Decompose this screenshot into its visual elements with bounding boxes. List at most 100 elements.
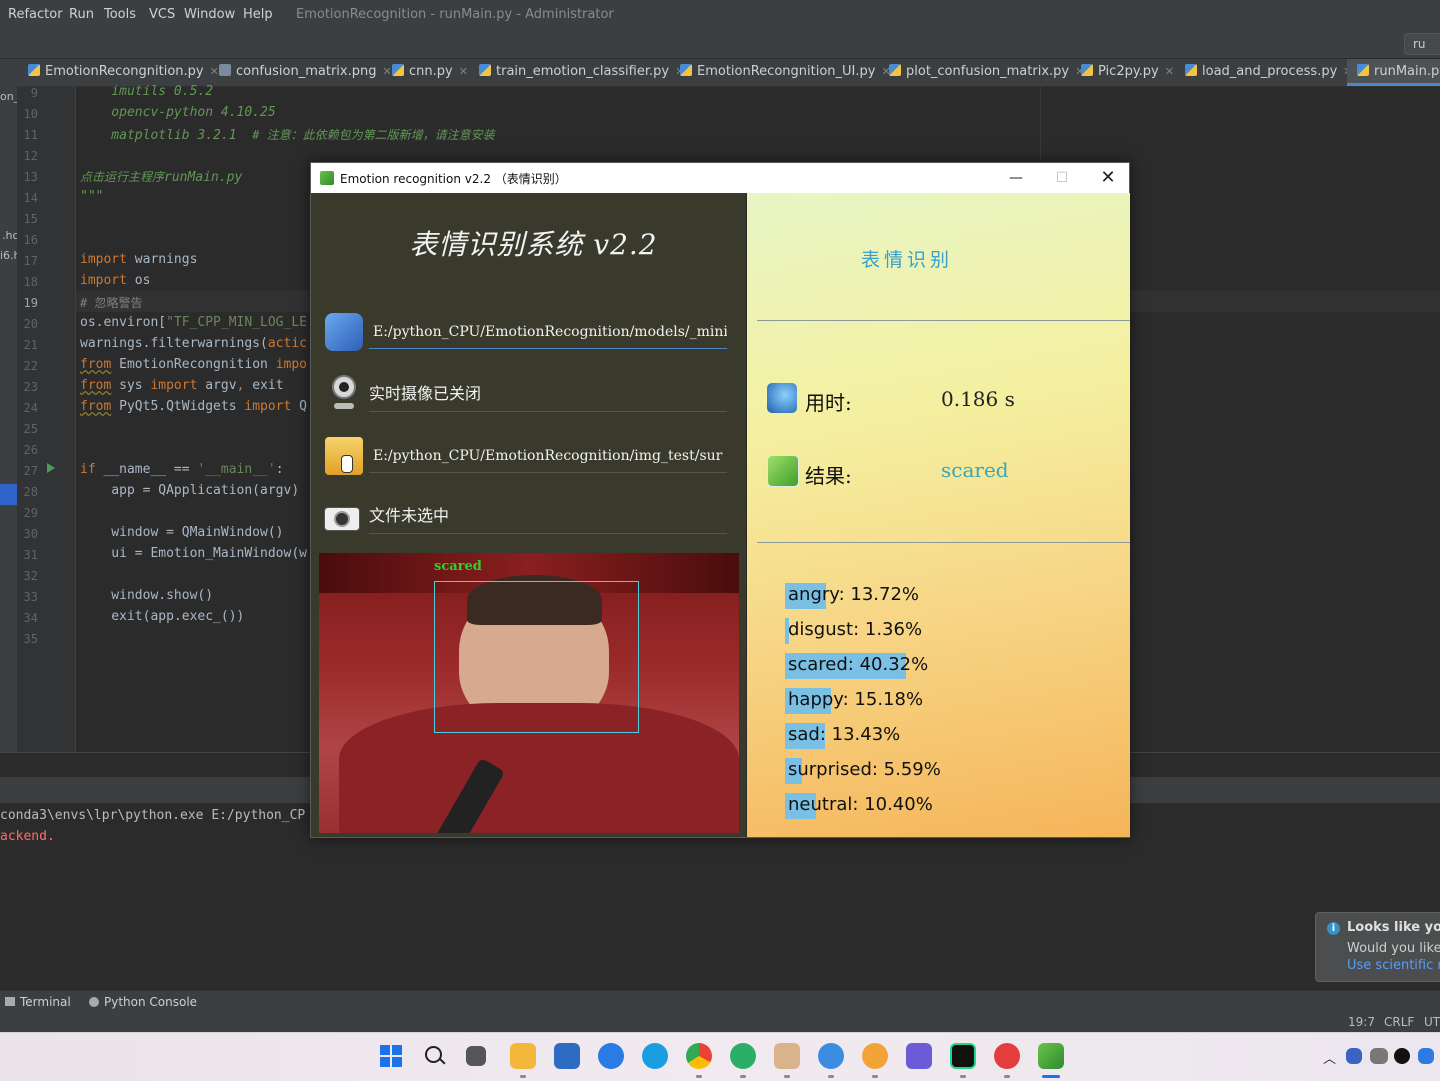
menu-window[interactable]: Window [184,7,235,22]
code-line[interactable]: exit(app.exec_()) [80,609,244,624]
cloud-drive-icon[interactable] [818,1043,844,1069]
code-text: window = QMainWindow() [80,525,284,540]
tab-plot-confusion-matrix[interactable]: plot_confusion_matrix.py ✕ [889,59,1084,86]
mountain-app-icon[interactable] [906,1043,932,1069]
line-gutter [17,86,76,752]
netease-music-icon[interactable] [994,1043,1020,1069]
python-console-tab[interactable]: Python Console [89,995,197,1009]
code-keyword: from [80,357,112,372]
code-line[interactable]: from EmotionRecongnition impo [80,357,307,372]
model-folder-icon[interactable] [325,313,363,351]
menu-tools[interactable]: Tools [104,7,136,22]
code-line[interactable]: ui = Emotion_MainWindow(w [80,546,307,561]
menu-vcs[interactable]: VCS [149,7,175,22]
chrome-icon[interactable] [686,1043,712,1069]
code-line[interactable]: import warnings [80,252,197,267]
code-line[interactable]: warnings.filterwarnings(actic [80,336,307,351]
tab-train-emotion-classifier[interactable]: train_emotion_classifier.py✕ [479,59,684,86]
image-path-field[interactable]: E:/python_CPU/EmotionRecognition/img_tes… [369,439,727,473]
terminal-tab-label: Terminal [20,995,71,1009]
running-indicator [696,1075,702,1078]
pycharm-icon[interactable] [950,1043,976,1069]
menu-help[interactable]: Help [243,7,273,22]
code-line[interactable]: app = QApplication(argv) [80,483,299,498]
code-string: '__main__' [197,462,276,477]
cloud-sync-icon[interactable] [1370,1048,1388,1064]
result-section-title: 表情识别 [860,249,953,271]
python-file-icon [28,64,40,76]
bluetooth-icon[interactable] [1418,1048,1434,1064]
task-view-icon[interactable] [466,1046,486,1066]
info-icon: i [1327,922,1340,935]
line-number: 32 [23,569,38,583]
feishu-icon[interactable] [598,1043,624,1069]
menu-refactor[interactable]: Refactor [8,7,63,22]
probability-text: happy: 15.18% [788,689,924,710]
code-line[interactable]: imutils 0.5.2 [80,84,213,99]
tab-label: confusion_matrix.png [236,64,377,79]
probability-text: disgust: 1.36% [788,619,923,640]
run-configuration-select[interactable]: ru [1404,33,1440,55]
code-line[interactable]: from sys import argv, exit [80,378,284,393]
close-button[interactable]: ✕ [1085,163,1131,193]
line-number: 9 [30,86,38,100]
code-line[interactable]: # 忽略警告 [80,294,142,311]
run-gutter-icon[interactable] [47,463,55,473]
model-path-field[interactable]: E:/python_CPU/EmotionRecognition/models/… [369,315,727,349]
code-line[interactable]: """ [80,189,103,204]
tab-load-and-process[interactable]: load_and_process.py✕ [1185,59,1353,86]
close-icon[interactable]: ✕ [459,65,468,78]
close-icon[interactable]: ✕ [1165,65,1174,78]
tab-confusion-matrix-png[interactable]: confusion_matrix.png ✕ [219,59,392,86]
code-line[interactable]: 点击运行主程序runMain.py [80,168,242,185]
webcam-icon[interactable] [325,375,363,413]
tool-window-tabs: Terminal Python Console [0,990,1440,1013]
chevron-up-icon[interactable]: ︿ [1323,1048,1336,1067]
tab-label: EmotionRecongnition_UI.py [697,64,876,79]
code-text: __name__ == [95,462,198,477]
close-icon[interactable]: ✕ [383,65,392,78]
qq-icon[interactable] [1394,1048,1410,1064]
divider [757,320,1130,321]
code-line[interactable]: if __name__ == '__main__': [80,462,284,477]
line-number: 23 [23,380,38,394]
code-line[interactable]: window = QMainWindow() [80,525,284,540]
tab-cnn[interactable]: cnn.py ✕ [392,59,468,86]
notification-balloon[interactable]: i Looks like you' Would you like t Use s… [1315,912,1440,982]
image-folder-icon[interactable] [325,437,363,475]
tab-emotionrecongnition-ui[interactable]: EmotionRecongnition_UI.py ✕ [680,59,891,86]
minimize-button[interactable]: — [993,163,1039,193]
search-icon[interactable] [422,1043,448,1069]
terminal-tab[interactable]: Terminal [5,995,71,1009]
code-line[interactable]: opencv-python 4.10.25 [80,105,275,120]
windows-start-icon[interactable] [378,1043,404,1069]
code-line[interactable]: from PyQt5.QtWidgets import Q [80,399,307,414]
notification-link[interactable]: Use scientific mo [1347,958,1440,973]
close-icon[interactable]: ✕ [210,65,219,78]
code-line[interactable]: import os [80,273,150,288]
microsoft-store-icon[interactable] [554,1043,580,1069]
code-line[interactable]: matplotlib 3.2.1 # 注意：此依赖包为第二版新增，请注意安装 [80,126,494,143]
edge-icon[interactable] [642,1043,668,1069]
menu-run[interactable]: Run [69,7,94,22]
tab-emotionrecongnition[interactable]: EmotionRecongnition.py ✕ [28,59,219,86]
tab-pic2py[interactable]: Pic2py.py ✕ [1081,59,1174,86]
code-line[interactable]: os.environ["TF_CPP_MIN_LOG_LE [80,315,307,330]
speedometer-icon [767,383,797,413]
line-separator[interactable]: CRLF [1384,1015,1414,1029]
shield-icon[interactable] [1346,1048,1362,1064]
camera-icon[interactable] [323,499,361,537]
caret-position[interactable]: 19:7 [1348,1015,1375,1029]
wechat-icon[interactable] [730,1043,756,1069]
chat-app-icon[interactable] [862,1043,888,1069]
emotion-recognition-app-icon[interactable] [1038,1043,1064,1069]
file-explorer-icon[interactable] [510,1043,536,1069]
detection-image: scared [319,553,739,833]
file-encoding[interactable]: UT [1424,1015,1440,1029]
image-viewer-icon[interactable] [774,1043,800,1069]
tab-runmain[interactable]: runMain.py [1347,59,1440,86]
python-file-icon [680,64,692,76]
code-line[interactable]: window.show() [80,588,213,603]
emotion-app-window: Emotion recognition v2.2 （表情识别） — ☐ ✕ 表情… [310,162,1130,838]
time-label: 用时: [805,391,852,415]
